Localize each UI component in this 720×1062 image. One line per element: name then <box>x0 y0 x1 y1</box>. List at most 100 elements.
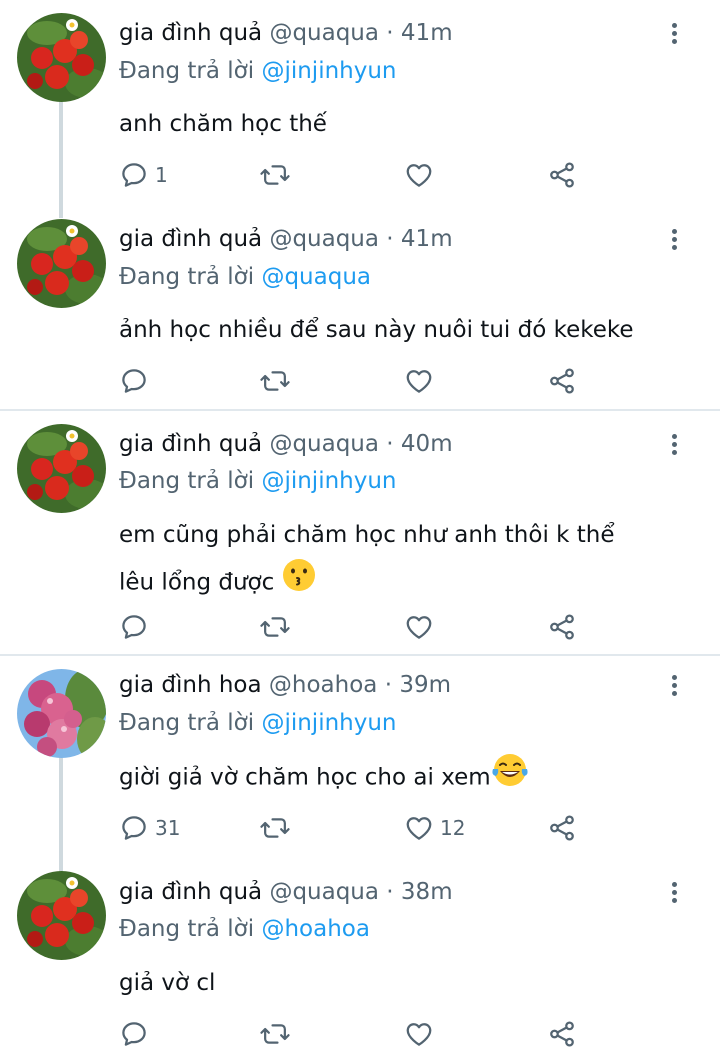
tweet-text: em cũng phải chăm học như anh thôi k thể… <box>119 512 689 608</box>
reply-count: 1 <box>155 163 168 187</box>
user-handle[interactable]: @quaqua <box>269 431 379 457</box>
avatar[interactable] <box>17 13 106 102</box>
display-name[interactable]: gia đình quả <box>119 20 262 46</box>
avatar[interactable] <box>17 219 106 308</box>
timestamp[interactable]: 41m <box>401 20 453 46</box>
reply-thread: gia đình quả @quaqua · 41m Đang trả lời … <box>0 0 720 1062</box>
reply-icon <box>122 369 146 393</box>
tweet[interactable]: gia đình quả @quaqua · 38m Đang trả lời … <box>0 861 720 1062</box>
replying-to: Đang trả lời @jinjinhyun <box>119 58 397 84</box>
reply-button[interactable]: 31 <box>119 811 180 845</box>
mention-link[interactable]: @jinjinhyun <box>261 468 396 494</box>
separator-dot: · <box>386 20 394 46</box>
tweet-text-line: em cũng phải chăm học như anh thôi k thể <box>119 522 615 548</box>
share-button[interactable] <box>547 364 577 398</box>
reply-icon <box>122 816 146 840</box>
flower-avatar-image <box>17 669 106 758</box>
strawberry-avatar-image <box>17 219 106 308</box>
strawberry-avatar-image <box>17 13 106 102</box>
reply-button[interactable] <box>119 1017 155 1051</box>
user-handle[interactable]: @quaqua <box>269 226 379 252</box>
reply-icon <box>122 1022 146 1046</box>
tears-of-joy-emoji-icon <box>491 753 529 803</box>
reply-icon <box>122 163 146 187</box>
reply-prefix: Đang trả lời <box>119 58 255 84</box>
display-name[interactable]: gia đình quả <box>119 879 262 905</box>
more-icon[interactable] <box>664 673 684 701</box>
user-handle[interactable]: @hoahoa <box>269 672 378 698</box>
retweet-button[interactable] <box>259 610 297 644</box>
mention-link[interactable]: @quaqua <box>261 264 371 290</box>
like-icon <box>406 1023 432 1046</box>
thread-line <box>59 100 63 218</box>
tweet-text-line-2: lêu lổng được <box>119 558 689 608</box>
like-button[interactable] <box>404 1017 440 1051</box>
timestamp[interactable]: 39m <box>399 672 451 698</box>
reply-prefix: Đang trả lời <box>119 710 255 736</box>
action-bar <box>119 1017 589 1051</box>
avatar[interactable] <box>17 669 106 758</box>
share-button[interactable] <box>547 1017 577 1051</box>
tweet-header: gia đình quả @quaqua · 40m <box>119 431 453 461</box>
timestamp[interactable]: 38m <box>401 879 453 905</box>
like-button[interactable] <box>404 158 440 192</box>
share-icon <box>550 815 574 841</box>
kissing-face-emoji-icon <box>282 558 316 608</box>
action-bar <box>119 610 589 644</box>
tweet-text: giời giả vờ chăm học cho ai xem <box>119 753 689 803</box>
share-button[interactable] <box>547 158 577 192</box>
tweet-text-line: ảnh học nhiều để sau này nuôi tui đó kek… <box>119 317 634 343</box>
tweet-text: ảnh học nhiều để sau này nuôi tui đó kek… <box>119 307 689 353</box>
avatar[interactable] <box>17 424 106 513</box>
reply-button[interactable]: 1 <box>119 158 168 192</box>
reply-prefix: Đang trả lời <box>119 916 255 942</box>
display-name[interactable]: gia đình quả <box>119 226 262 252</box>
retweet-button[interactable] <box>259 811 297 845</box>
mention-link[interactable]: @jinjinhyun <box>261 710 396 736</box>
retweet-icon <box>260 371 290 391</box>
like-button[interactable]: 12 <box>404 811 465 845</box>
tweet-header: gia đình hoa @hoahoa · 39m <box>119 672 451 702</box>
timestamp[interactable]: 40m <box>401 431 453 457</box>
more-icon[interactable] <box>664 21 684 49</box>
display-name[interactable]: gia đình hoa <box>119 672 262 698</box>
tweet-text-line: giả vờ cl <box>119 970 216 996</box>
thread-line <box>59 756 63 876</box>
tweet[interactable]: gia đình quả @quaqua · 41m Đang trả lời … <box>0 205 720 410</box>
mention-link[interactable]: @jinjinhyun <box>261 58 396 84</box>
separator-dot: · <box>384 672 393 698</box>
tweet-text-line: lêu lổng được <box>119 569 275 596</box>
like-button[interactable] <box>404 364 440 398</box>
like-icon <box>406 370 432 393</box>
action-bar: 31 12 <box>119 811 589 845</box>
avatar[interactable] <box>17 871 106 960</box>
tweet[interactable]: gia đình hoa @hoahoa · 39m Đang trả lời … <box>0 656 720 876</box>
more-icon[interactable] <box>664 880 684 908</box>
reply-button[interactable] <box>119 610 155 644</box>
user-handle[interactable]: @quaqua <box>269 879 379 905</box>
tweet-header: gia đình quả @quaqua · 38m <box>119 879 453 909</box>
reply-button[interactable] <box>119 364 155 398</box>
retweet-icon <box>260 617 290 637</box>
tweet[interactable]: gia đình quả @quaqua · 40m Đang trả lời … <box>0 411 720 655</box>
more-icon[interactable] <box>664 432 684 460</box>
replying-to: Đang trả lời @quaqua <box>119 264 371 290</box>
user-handle[interactable]: @quaqua <box>269 20 379 46</box>
action-bar: 1 <box>119 158 589 192</box>
like-button[interactable] <box>404 610 440 644</box>
strawberry-avatar-image <box>17 871 106 960</box>
share-button[interactable] <box>547 610 577 644</box>
reply-prefix: Đang trả lời <box>119 468 255 494</box>
share-button[interactable] <box>547 811 577 845</box>
more-icon[interactable] <box>664 227 684 255</box>
display-name[interactable]: gia đình quả <box>119 431 262 457</box>
tweet[interactable]: gia đình quả @quaqua · 41m Đang trả lời … <box>0 0 720 218</box>
share-icon <box>550 162 574 188</box>
retweet-button[interactable] <box>259 158 297 192</box>
separator-dot: · <box>386 226 394 252</box>
retweet-button[interactable] <box>259 1017 297 1051</box>
mention-link[interactable]: @hoahoa <box>261 916 370 942</box>
retweet-button[interactable] <box>259 364 297 398</box>
timestamp[interactable]: 41m <box>401 226 453 252</box>
like-count: 12 <box>440 816 466 840</box>
